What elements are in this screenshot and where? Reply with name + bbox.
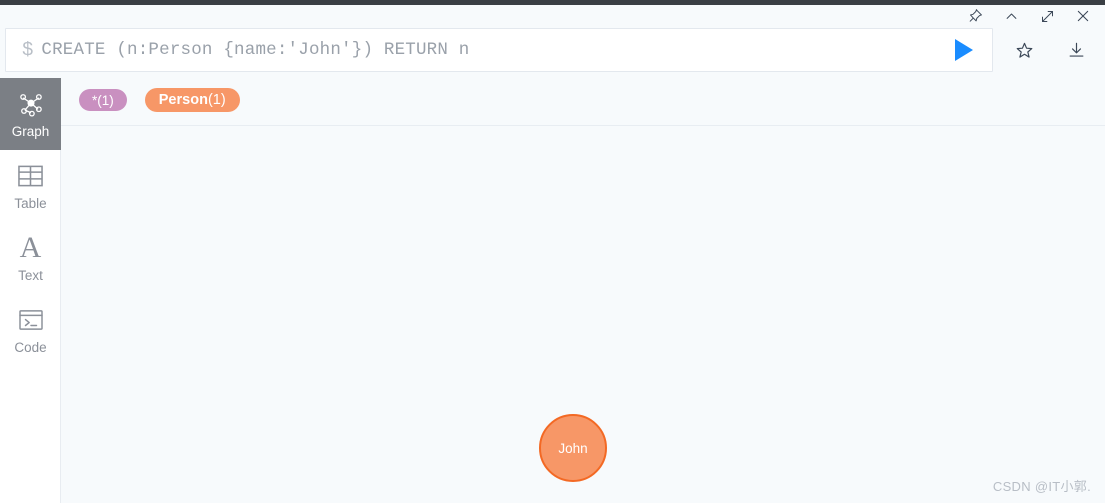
watermark: CSDN @IT小郭. bbox=[992, 479, 1091, 494]
close-icon[interactable] bbox=[1073, 6, 1093, 26]
query-input[interactable]: CREATE (n:Person {name:'John'}) RETURN n bbox=[41, 40, 936, 60]
query-editor[interactable]: $ CREATE (n:Person {name:'John'}) RETURN… bbox=[5, 28, 993, 72]
prompt-sigil: $ bbox=[22, 38, 34, 61]
chevron-up-icon[interactable] bbox=[1001, 6, 1021, 26]
legend-pill-all[interactable]: *(1) bbox=[79, 89, 127, 111]
download-button[interactable] bbox=[1050, 28, 1102, 72]
window-controls bbox=[965, 5, 1099, 27]
graph-canvas[interactable]: John CSDN @IT小郭. bbox=[61, 126, 1105, 503]
legend-pill-person-count: (1) bbox=[207, 92, 226, 108]
sidebar-item-graph[interactable]: Graph bbox=[0, 78, 61, 150]
graph-node[interactable]: John bbox=[539, 414, 607, 482]
legend-pill-person-name: Person bbox=[158, 92, 208, 108]
editor-actions bbox=[998, 28, 1103, 72]
text-icon: A bbox=[19, 231, 42, 265]
run-query-button[interactable] bbox=[936, 28, 992, 72]
sidebar-item-label: Table bbox=[14, 196, 47, 212]
sidebar-item-label: Text bbox=[18, 268, 43, 284]
expand-icon[interactable] bbox=[1037, 6, 1057, 26]
legend-pill-person[interactable]: Person (1) bbox=[144, 88, 240, 112]
view-sidebar: Graph Table A Text Code bbox=[0, 78, 61, 503]
sidebar-item-text[interactable]: A Text bbox=[0, 222, 61, 294]
results-pane: *(1) Person (1) John CSDN @IT小郭. bbox=[61, 78, 1105, 503]
play-icon bbox=[955, 39, 973, 61]
sidebar-item-code[interactable]: Code bbox=[0, 294, 61, 366]
neo4j-browser-window: $ CREATE (n:Person {name:'John'}) RETURN… bbox=[0, 0, 1105, 503]
graph-legend: *(1) Person (1) bbox=[79, 88, 240, 112]
pin-icon[interactable] bbox=[965, 6, 985, 26]
table-icon bbox=[18, 161, 43, 191]
graph-icon bbox=[17, 89, 45, 119]
code-icon bbox=[18, 305, 43, 335]
sidebar-item-label: Code bbox=[14, 340, 47, 356]
favorite-star-button[interactable] bbox=[998, 28, 1050, 72]
window-title-strip bbox=[0, 0, 1105, 5]
sidebar-item-label: Graph bbox=[11, 124, 50, 140]
graph-node-caption: John bbox=[558, 440, 588, 456]
sidebar-item-table[interactable]: Table bbox=[0, 150, 61, 222]
